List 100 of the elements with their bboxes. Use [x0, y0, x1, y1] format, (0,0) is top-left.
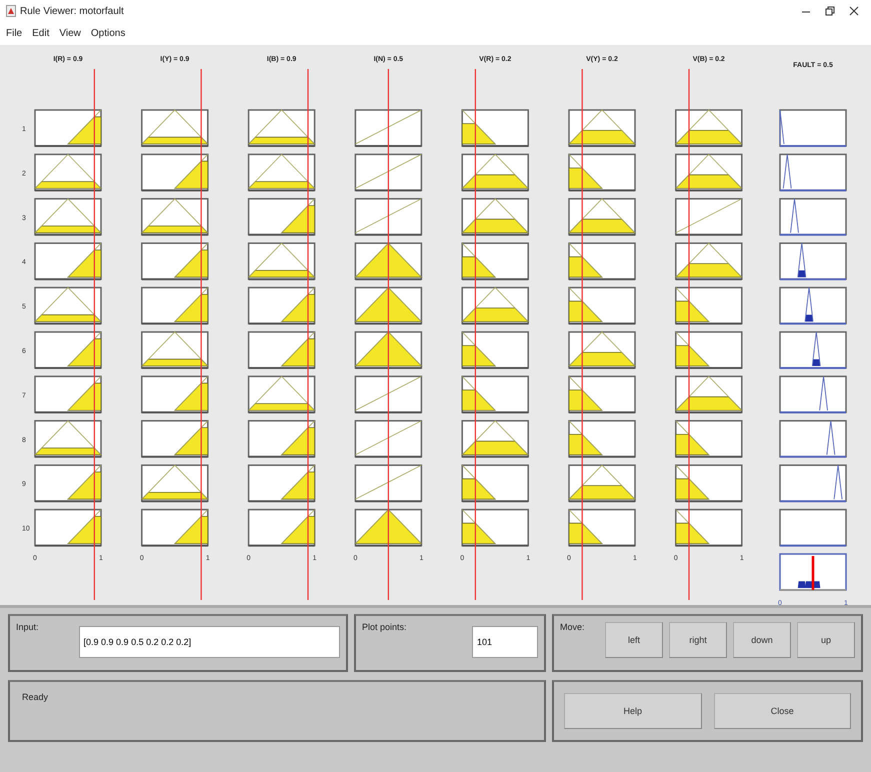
- membership-plot[interactable]: [675, 464, 743, 502]
- membership-plot[interactable]: [141, 286, 209, 325]
- plot-points-field[interactable]: 101: [472, 626, 538, 658]
- membership-plot[interactable]: [34, 376, 102, 414]
- output-plot[interactable]: [779, 508, 847, 547]
- input-value-line[interactable]: [307, 69, 309, 600]
- menu-item[interactable]: Edit: [32, 28, 50, 39]
- membership-plot[interactable]: [354, 464, 422, 502]
- membership-plot[interactable]: [568, 331, 636, 369]
- membership-plot[interactable]: [34, 286, 102, 325]
- membership-plot[interactable]: [674, 109, 743, 147]
- membership-plot[interactable]: [674, 242, 743, 280]
- move-button[interactable]: down: [733, 622, 791, 658]
- menu-item[interactable]: Options: [90, 28, 126, 39]
- move-button[interactable]: left: [605, 622, 663, 658]
- move-button[interactable]: right: [669, 622, 727, 658]
- output-plot[interactable]: [779, 109, 847, 147]
- membership-plot[interactable]: [568, 376, 636, 414]
- membership-plot[interactable]: [141, 508, 209, 547]
- membership-plot[interactable]: [248, 242, 316, 280]
- membership-plot[interactable]: [568, 464, 636, 502]
- input-value-line[interactable]: [474, 69, 476, 600]
- membership-plot[interactable]: [675, 331, 743, 369]
- membership-plot[interactable]: [141, 420, 209, 458]
- membership-plot[interactable]: [675, 508, 743, 547]
- output-plot[interactable]: [779, 420, 847, 458]
- membership-plot[interactable]: [248, 154, 316, 192]
- output-plot[interactable]: [779, 242, 847, 280]
- action-button[interactable]: Help: [564, 693, 702, 729]
- membership-plot[interactable]: [248, 508, 316, 547]
- membership-plot[interactable]: [141, 242, 209, 280]
- membership-plot[interactable]: [354, 286, 422, 325]
- output-plot[interactable]: [779, 154, 847, 192]
- close-icon[interactable]: [849, 6, 859, 16]
- membership-plot[interactable]: [34, 109, 102, 147]
- membership-plot[interactable]: [34, 420, 102, 458]
- output-plot[interactable]: [779, 198, 847, 236]
- membership-plot[interactable]: [674, 154, 743, 192]
- input-field[interactable]: [0.9 0.9 0.9 0.5 0.2 0.2 0.2]: [78, 626, 340, 658]
- membership-plot[interactable]: [461, 508, 529, 547]
- move-button[interactable]: up: [797, 622, 855, 658]
- membership-plot[interactable]: [248, 420, 316, 458]
- membership-plot[interactable]: [140, 464, 209, 502]
- action-button[interactable]: Close: [714, 693, 851, 729]
- membership-plot[interactable]: [34, 154, 102, 192]
- membership-plot[interactable]: [568, 420, 636, 458]
- membership-plot[interactable]: [140, 109, 209, 147]
- output-plot[interactable]: [779, 464, 847, 502]
- menu-item[interactable]: View: [59, 28, 81, 39]
- membership-plot[interactable]: [140, 331, 209, 369]
- membership-plot[interactable]: [141, 154, 209, 192]
- membership-plot[interactable]: [34, 331, 102, 369]
- membership-plot[interactable]: [354, 242, 422, 280]
- membership-plot[interactable]: [461, 198, 530, 236]
- membership-plot[interactable]: [248, 331, 316, 369]
- membership-plot[interactable]: [354, 331, 422, 369]
- membership-plot[interactable]: [34, 508, 102, 547]
- membership-plot[interactable]: [140, 198, 209, 236]
- membership-plot[interactable]: [354, 508, 422, 547]
- membership-plot[interactable]: [248, 286, 316, 325]
- membership-plot[interactable]: [461, 420, 530, 458]
- membership-plot[interactable]: [34, 198, 102, 236]
- membership-plot[interactable]: [461, 464, 529, 502]
- menu-item[interactable]: File: [6, 28, 22, 39]
- input-value-line[interactable]: [94, 69, 95, 600]
- membership-plot[interactable]: [568, 242, 636, 280]
- membership-plot[interactable]: [248, 376, 316, 414]
- input-value-line[interactable]: [582, 69, 583, 600]
- membership-plot[interactable]: [568, 198, 636, 236]
- membership-plot[interactable]: [675, 198, 743, 236]
- membership-plot[interactable]: [34, 464, 102, 502]
- restore-icon[interactable]: [825, 6, 835, 16]
- output-plot[interactable]: [779, 286, 847, 325]
- membership-plot[interactable]: [674, 376, 743, 414]
- membership-plot[interactable]: [248, 109, 316, 147]
- output-plot[interactable]: [779, 376, 847, 414]
- membership-plot[interactable]: [675, 286, 743, 325]
- membership-plot[interactable]: [354, 109, 422, 147]
- membership-plot[interactable]: [141, 376, 209, 414]
- membership-plot[interactable]: [461, 154, 530, 192]
- membership-plot[interactable]: [248, 198, 316, 236]
- membership-plot[interactable]: [568, 154, 636, 192]
- membership-plot[interactable]: [461, 242, 529, 280]
- membership-plot[interactable]: [675, 420, 743, 458]
- membership-plot[interactable]: [461, 286, 530, 325]
- membership-plot[interactable]: [461, 109, 529, 147]
- membership-plot[interactable]: [354, 420, 422, 458]
- membership-plot[interactable]: [461, 331, 529, 369]
- membership-plot[interactable]: [568, 508, 636, 547]
- membership-plot[interactable]: [461, 376, 529, 414]
- input-value-line[interactable]: [388, 69, 389, 600]
- input-value-line[interactable]: [200, 69, 202, 600]
- membership-plot[interactable]: [568, 286, 636, 325]
- membership-plot[interactable]: [354, 376, 422, 414]
- membership-plot[interactable]: [568, 109, 636, 147]
- membership-plot[interactable]: [354, 154, 422, 192]
- membership-plot[interactable]: [34, 242, 102, 280]
- output-plot[interactable]: [779, 331, 847, 369]
- input-value-line[interactable]: [688, 69, 690, 600]
- membership-plot[interactable]: [248, 464, 316, 502]
